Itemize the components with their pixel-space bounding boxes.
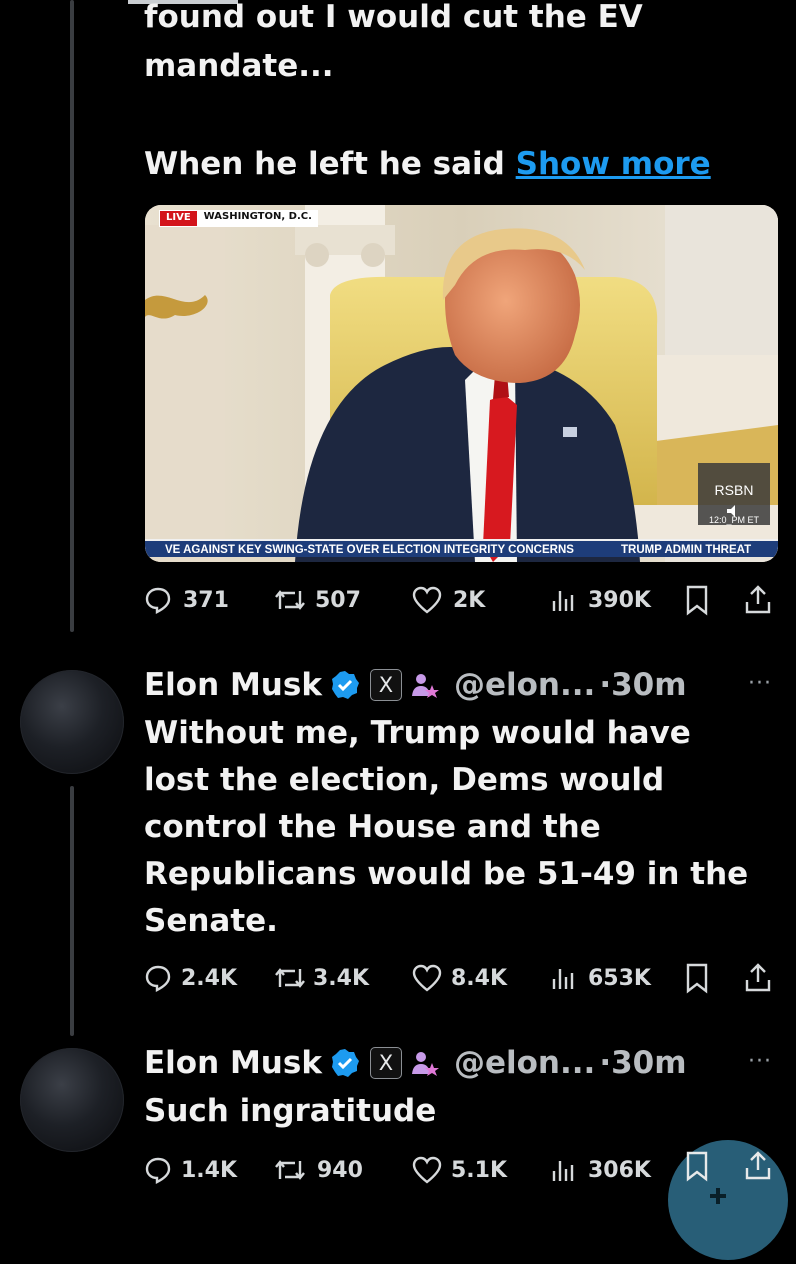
like-button[interactable]: 5.1K xyxy=(411,1155,507,1185)
avatar[interactable] xyxy=(20,670,124,774)
reply-button[interactable]: 371 xyxy=(143,585,229,615)
news-ticker-left: VE AGAINST KEY SWING-STATE OVER ELECTION… xyxy=(165,544,574,556)
repost-button[interactable]: 507 xyxy=(273,585,361,615)
like-count: 8.4K xyxy=(451,965,508,991)
views-icon xyxy=(552,591,574,611)
heart-icon xyxy=(412,586,442,614)
author-name[interactable]: Elon Musk xyxy=(144,667,322,703)
reply-icon xyxy=(145,965,171,992)
repost-icon xyxy=(275,590,305,610)
tweet-text-line: Republicans would be 51-49 in the xyxy=(144,856,749,892)
tweet-header: Elon Musk X @elon... ·30m xyxy=(144,663,687,707)
thread-line-top xyxy=(70,0,74,632)
repost-button[interactable]: 940 xyxy=(273,1155,363,1185)
like-button[interactable]: 2K xyxy=(411,585,485,615)
x-affiliation-icon: X xyxy=(369,669,402,701)
share-icon xyxy=(745,1151,771,1180)
thread-line-middle xyxy=(70,786,74,1036)
views-icon xyxy=(552,1161,574,1181)
video-media[interactable]: RSBN 12:0_PM ET VE AGAINST KEY SWING-STA… xyxy=(145,205,778,562)
repost-count: 507 xyxy=(315,587,361,613)
views-icon xyxy=(552,969,574,989)
affiliate-person-icon xyxy=(411,1052,439,1076)
views-count: 390K xyxy=(588,587,651,613)
reply-count: 2.4K xyxy=(181,965,238,991)
video-frame-illustration: RSBN 12:0_PM ET VE AGAINST KEY SWING-STA… xyxy=(145,205,778,562)
post-time[interactable]: ·30m xyxy=(599,1045,686,1081)
broadcast-time: 12:0_PM ET xyxy=(709,515,760,525)
reply-button[interactable]: 1.4K xyxy=(143,1155,237,1185)
more-options-button[interactable]: ··· xyxy=(748,1049,772,1074)
bookmark-button[interactable] xyxy=(683,962,711,994)
location-label: WASHINGTON, D.C. xyxy=(197,210,318,227)
affiliate-person-icon xyxy=(411,674,439,698)
tweet2-actions: 2.4K 3.4K 8.4K 653K xyxy=(143,958,778,998)
repost-icon xyxy=(275,1160,305,1180)
tweet-text-line: When he left he said Show more xyxy=(144,141,711,188)
bookmark-icon xyxy=(686,1151,708,1182)
like-button[interactable]: 8.4K xyxy=(411,963,507,993)
views-count: 306K xyxy=(588,1157,651,1183)
share-button[interactable] xyxy=(743,962,773,994)
repost-button[interactable]: 3.4K xyxy=(273,963,369,993)
author-name[interactable]: Elon Musk xyxy=(144,1045,322,1081)
more-options-button[interactable]: ··· xyxy=(748,671,772,696)
post-time[interactable]: ·30m xyxy=(599,667,686,703)
avatar[interactable] xyxy=(20,1048,124,1152)
tweet-text-line: lost the election, Dems would xyxy=(144,762,665,798)
share-icon xyxy=(745,963,771,992)
reply-icon xyxy=(145,587,171,614)
tweet-text-line: found out I would cut the EV xyxy=(144,0,643,35)
author-handle[interactable]: @elon... xyxy=(454,667,595,703)
tweet-text-line: Senate. xyxy=(144,903,278,939)
author-handle[interactable]: @elon... xyxy=(454,1045,595,1081)
tweet-text-fragment: When he left he said xyxy=(144,146,505,182)
tweet-header: Elon Musk X @elon... ·30m xyxy=(144,1041,687,1085)
share-button[interactable] xyxy=(743,584,773,616)
tweet-text-line: Without me, Trump would have xyxy=(144,715,691,751)
tweet-text-line: Such ingratitude xyxy=(144,1093,437,1129)
reply-icon xyxy=(145,1157,171,1184)
bookmark-button[interactable] xyxy=(683,1150,711,1182)
views-button[interactable]: 390K xyxy=(548,585,651,615)
reply-count: 1.4K xyxy=(181,1157,238,1183)
reply-count: 371 xyxy=(183,587,229,613)
repost-count: 940 xyxy=(317,1157,363,1183)
reply-button[interactable]: 2.4K xyxy=(143,963,237,993)
bookmark-icon xyxy=(686,585,708,616)
like-count: 5.1K xyxy=(451,1157,508,1183)
tweet-text-line: mandate... xyxy=(144,48,334,84)
repost-count: 3.4K xyxy=(313,965,370,991)
share-button[interactable] xyxy=(743,1150,773,1182)
views-button[interactable]: 306K xyxy=(548,1155,651,1185)
show-more-link[interactable]: Show more xyxy=(516,146,711,182)
repost-icon xyxy=(275,968,305,988)
like-count: 2K xyxy=(453,587,486,613)
live-banner: LIVE WASHINGTON, D.C. xyxy=(159,210,318,227)
verified-badge-icon xyxy=(331,671,359,699)
views-count: 653K xyxy=(588,965,651,991)
share-icon xyxy=(745,585,771,614)
heart-icon xyxy=(412,964,442,992)
bookmark-button[interactable] xyxy=(683,584,711,616)
live-label: LIVE xyxy=(159,210,198,227)
news-ticker-right: TRUMP ADMIN THREAT xyxy=(621,544,751,556)
heart-icon xyxy=(412,1156,442,1184)
tweet1-actions: 371 507 2K 390K xyxy=(143,580,778,620)
x-affiliation-icon: X xyxy=(369,1047,402,1079)
bookmark-icon xyxy=(686,963,708,994)
views-button[interactable]: 653K xyxy=(548,963,651,993)
verified-badge-icon xyxy=(331,1049,359,1077)
tweet-text-line: control the House and the xyxy=(144,809,601,845)
rsbn-logo-text: RSBN xyxy=(715,482,754,498)
